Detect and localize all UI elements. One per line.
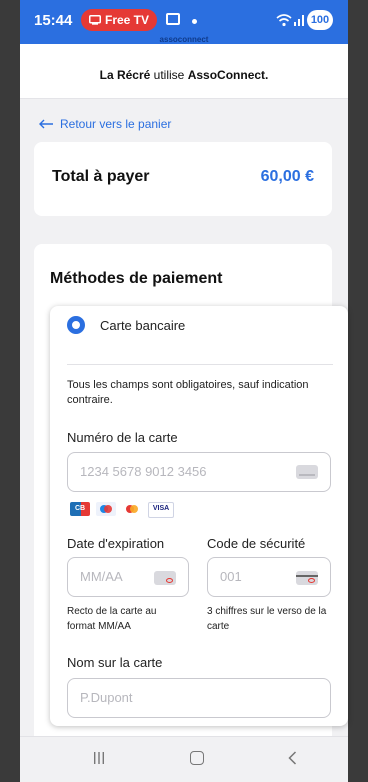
cvc-input[interactable]: 001 <box>207 557 331 597</box>
arrow-left-icon <box>39 119 53 129</box>
divider <box>67 364 333 365</box>
platform-name: AssoConnect. <box>187 68 269 82</box>
card-front-icon <box>154 571 176 585</box>
mastercard-brand-icon <box>122 502 142 516</box>
header-text: La Récré utilise AssoConnect. <box>20 68 348 82</box>
expiry-placeholder: MM/AA <box>80 569 123 584</box>
card-payment-box: Carte bancaire Tous les champs sont obli… <box>50 306 348 726</box>
expiry-input[interactable]: MM/AA <box>67 557 189 597</box>
expiry-help: Recto de la carte au format MM/AA <box>67 606 157 632</box>
payment-methods-title: Méthodes de paiement <box>50 270 223 287</box>
notification-dot-icon <box>192 19 197 24</box>
total-card: Total à payer 60,00 € <box>34 142 332 216</box>
cvc-placeholder: 001 <box>220 569 242 584</box>
wifi-icon <box>276 14 292 27</box>
maestro-brand-icon <box>96 502 116 516</box>
cb-brand-icon: CB <box>70 502 90 516</box>
card-name-input[interactable]: P.Dupont <box>67 678 331 718</box>
free-tv-badge[interactable]: Free TV <box>81 9 158 31</box>
card-number-placeholder: 1234 5678 9012 3456 <box>80 464 207 479</box>
free-tv-label: Free TV <box>105 13 150 27</box>
org-header: La Récré utilise AssoConnect. <box>20 44 348 99</box>
status-time: 15:44 <box>34 12 73 29</box>
status-bar: 15:44 Free TV 100 assoconnect <box>20 0 348 44</box>
required-fields-info: Tous les champs sont obligatoires, sauf … <box>67 379 309 406</box>
card-payment-radio[interactable] <box>67 316 85 334</box>
card-payment-label[interactable]: Carte bancaire <box>100 318 185 333</box>
card-name-label: Nom sur la carte <box>67 655 163 670</box>
cvc-label: Code de sécurité <box>207 536 306 551</box>
cvc-help: 3 chiffres sur le verso de la carte <box>207 606 327 632</box>
card-name-placeholder: P.Dupont <box>80 690 133 705</box>
header-middle-text: utilise <box>150 68 188 82</box>
back-to-cart-link[interactable]: Retour vers le panier <box>38 117 171 131</box>
card-generic-icon <box>296 465 318 479</box>
back-nav-icon[interactable] <box>286 751 300 765</box>
screen-cast-icon <box>166 13 180 25</box>
total-label: Total à payer <box>52 168 150 185</box>
total-amount: 60,00 € <box>260 168 314 185</box>
back-link-label: Retour vers le panier <box>60 117 172 131</box>
tv-icon <box>89 15 101 25</box>
card-back-icon <box>296 571 318 585</box>
brand-small-text: assoconnect <box>159 35 209 44</box>
expiry-label: Date d'expiration <box>67 536 165 551</box>
org-name: La Récré <box>99 68 151 82</box>
home-icon[interactable] <box>190 751 204 765</box>
card-number-input[interactable]: 1234 5678 9012 3456 <box>67 452 331 492</box>
signal-icon <box>294 15 304 26</box>
visa-brand-icon: VISA <box>148 502 174 518</box>
card-number-label: Numéro de la carte <box>67 430 178 445</box>
android-nav-bar <box>20 736 348 782</box>
recent-apps-icon[interactable] <box>92 751 106 765</box>
battery-badge: 100 <box>307 10 333 30</box>
